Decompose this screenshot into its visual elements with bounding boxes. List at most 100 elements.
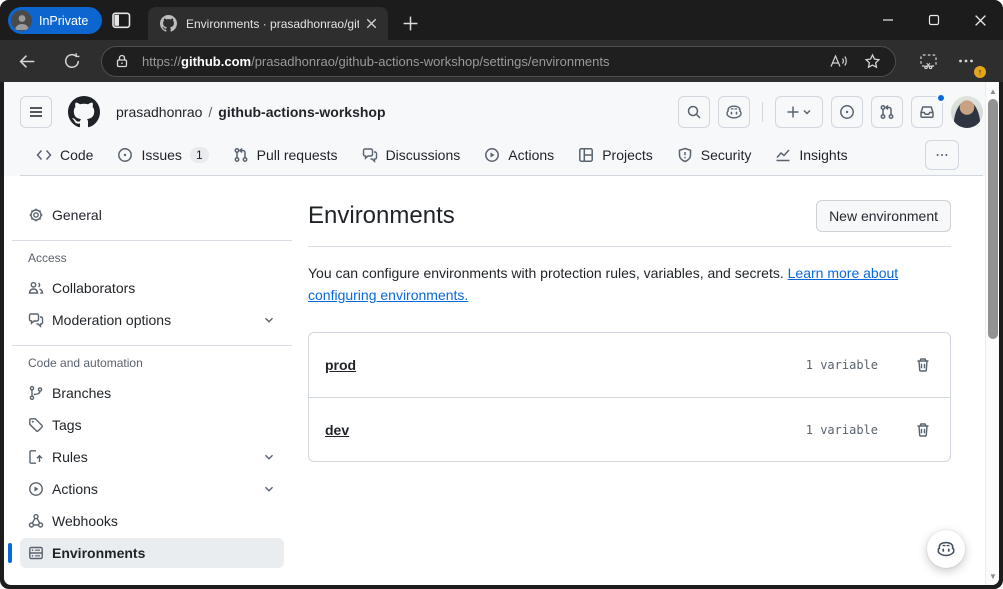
github-favicon bbox=[160, 15, 177, 32]
copilot-floating-button[interactable] bbox=[927, 530, 965, 568]
read-aloud-icon[interactable] bbox=[825, 48, 851, 74]
gear-icon bbox=[28, 207, 44, 223]
description-text: You can configure environments with prot… bbox=[308, 265, 784, 281]
environments-description: You can configure environments with prot… bbox=[308, 263, 908, 306]
browser-update-badge: ↑ bbox=[974, 66, 986, 78]
sidebar-item-general[interactable]: General bbox=[20, 200, 284, 230]
people-icon bbox=[28, 280, 44, 296]
tab-security[interactable]: Security bbox=[669, 135, 760, 175]
web-capture-icon[interactable] bbox=[914, 47, 942, 75]
nav-overflow-button[interactable] bbox=[925, 140, 959, 170]
tab-projects[interactable]: Projects bbox=[570, 135, 661, 175]
tab-close-icon[interactable] bbox=[363, 15, 380, 32]
tab-insights-label: Insights bbox=[799, 147, 847, 163]
comment-discussion-icon bbox=[362, 147, 378, 163]
delete-environment-button[interactable] bbox=[912, 419, 934, 441]
sidebar-item-rules[interactable]: Rules bbox=[20, 442, 284, 472]
issues-counter: 1 bbox=[190, 147, 209, 163]
page-scrollbar[interactable]: ▲ ▼ bbox=[985, 82, 999, 585]
graph-icon bbox=[775, 147, 791, 163]
url-text[interactable]: https://github.com/prasadhonrao/github-a… bbox=[142, 54, 817, 69]
new-environment-button[interactable]: New environment bbox=[816, 200, 951, 232]
sidebar-item-tags[interactable]: Tags bbox=[20, 410, 284, 440]
scrollbar-thumb[interactable] bbox=[988, 99, 998, 339]
tab-pull-requests[interactable]: Pull requests bbox=[225, 135, 346, 175]
git-pull-request-icon bbox=[233, 147, 249, 163]
sidebar-item-webhooks-label: Webhooks bbox=[52, 513, 118, 529]
environments-main: Environments New environment You can con… bbox=[300, 176, 999, 585]
delete-environment-button[interactable] bbox=[912, 354, 934, 376]
scroll-up-icon[interactable]: ▲ bbox=[986, 84, 999, 98]
settings-menu-icon[interactable]: ↑ bbox=[952, 47, 980, 75]
user-avatar[interactable] bbox=[951, 96, 983, 128]
favorites-star-icon[interactable] bbox=[859, 48, 885, 74]
chevron-down-icon bbox=[262, 450, 276, 464]
scroll-down-icon[interactable]: ▼ bbox=[986, 569, 999, 583]
breadcrumb-owner-link[interactable]: prasadhonrao bbox=[116, 104, 202, 120]
environment-name-link[interactable]: prod bbox=[325, 357, 806, 373]
page-title: Environments bbox=[308, 202, 455, 230]
back-button[interactable] bbox=[12, 46, 42, 76]
sidebar-item-actions[interactable]: Actions bbox=[20, 474, 284, 504]
pull-requests-header-button[interactable] bbox=[871, 96, 903, 128]
address-bar[interactable]: https://github.com/prasadhonrao/github-a… bbox=[101, 46, 896, 77]
sidebar-item-tags-label: Tags bbox=[52, 417, 82, 433]
tag-icon bbox=[28, 417, 44, 433]
create-new-button[interactable] bbox=[775, 96, 823, 128]
inprivate-badge[interactable]: InPrivate bbox=[8, 7, 102, 34]
chevron-down-icon bbox=[262, 482, 276, 496]
sidebar-divider bbox=[12, 240, 292, 241]
sidebar-item-environments[interactable]: Environments bbox=[20, 538, 284, 568]
url-path: /prasadhonrao/github-actions-workshop/se… bbox=[251, 54, 609, 69]
tab-actions[interactable]: Actions bbox=[476, 135, 562, 175]
breadcrumb-separator: / bbox=[208, 104, 212, 120]
tab-actions-label: Actions bbox=[508, 147, 554, 163]
header-divider bbox=[762, 102, 763, 122]
tab-pull-requests-label: Pull requests bbox=[257, 147, 338, 163]
table-icon bbox=[578, 147, 594, 163]
hamburger-menu-button[interactable] bbox=[20, 96, 52, 128]
tab-code-label: Code bbox=[60, 147, 93, 163]
new-tab-button[interactable] bbox=[398, 11, 422, 35]
github-logo[interactable] bbox=[68, 96, 100, 128]
tab-discussions-label: Discussions bbox=[386, 147, 461, 163]
tab-issues-label: Issues bbox=[141, 147, 181, 163]
inprivate-label: InPrivate bbox=[39, 14, 88, 28]
refresh-button[interactable] bbox=[57, 46, 87, 76]
tab-code[interactable]: Code bbox=[28, 135, 101, 175]
browser-tab[interactable]: Environments · prasadhonrao/gith bbox=[148, 7, 388, 40]
sidebar-item-webhooks[interactable]: Webhooks bbox=[20, 506, 284, 536]
environment-variable-count: 1 variable bbox=[806, 358, 878, 372]
chevron-down-icon bbox=[262, 313, 276, 327]
close-window-button[interactable] bbox=[957, 0, 1003, 40]
search-button[interactable] bbox=[678, 96, 710, 128]
minimize-button[interactable] bbox=[865, 0, 911, 40]
copilot-button[interactable] bbox=[718, 96, 750, 128]
environment-name-link[interactable]: dev bbox=[325, 422, 806, 438]
url-scheme: https:// bbox=[142, 54, 181, 69]
sidebar-item-moderation-options[interactable]: Moderation options bbox=[20, 305, 284, 335]
tab-projects-label: Projects bbox=[602, 147, 653, 163]
tab-discussions[interactable]: Discussions bbox=[354, 135, 469, 175]
issues-header-button[interactable] bbox=[831, 96, 863, 128]
environments-list: prod 1 variable dev 1 variable bbox=[308, 332, 951, 462]
repo-nav: Code Issues 1 Pull requests Discussions bbox=[20, 129, 983, 175]
issue-opened-icon bbox=[117, 147, 133, 163]
browser-toolbar: https://github.com/prasadhonrao/github-a… bbox=[0, 40, 1003, 82]
tab-issues[interactable]: Issues 1 bbox=[109, 135, 216, 175]
sidebar-item-branches[interactable]: Branches bbox=[20, 378, 284, 408]
git-branch-icon bbox=[28, 385, 44, 401]
shield-icon bbox=[677, 147, 693, 163]
breadcrumb: prasadhonrao / github-actions-workshop bbox=[116, 104, 386, 120]
breadcrumb-repo-link[interactable]: github-actions-workshop bbox=[218, 104, 385, 120]
environment-row[interactable]: prod 1 variable bbox=[309, 333, 950, 397]
sidebar-item-general-label: General bbox=[52, 207, 102, 223]
maximize-button[interactable] bbox=[911, 0, 957, 40]
tab-insights[interactable]: Insights bbox=[767, 135, 855, 175]
sidebar-item-actions-label: Actions bbox=[52, 481, 98, 497]
sidebar-item-collaborators[interactable]: Collaborators bbox=[20, 273, 284, 303]
notification-dot bbox=[936, 93, 946, 103]
lock-icon[interactable] bbox=[114, 53, 130, 69]
tab-actions-icon[interactable] bbox=[110, 10, 132, 30]
environment-row[interactable]: dev 1 variable bbox=[309, 397, 950, 461]
